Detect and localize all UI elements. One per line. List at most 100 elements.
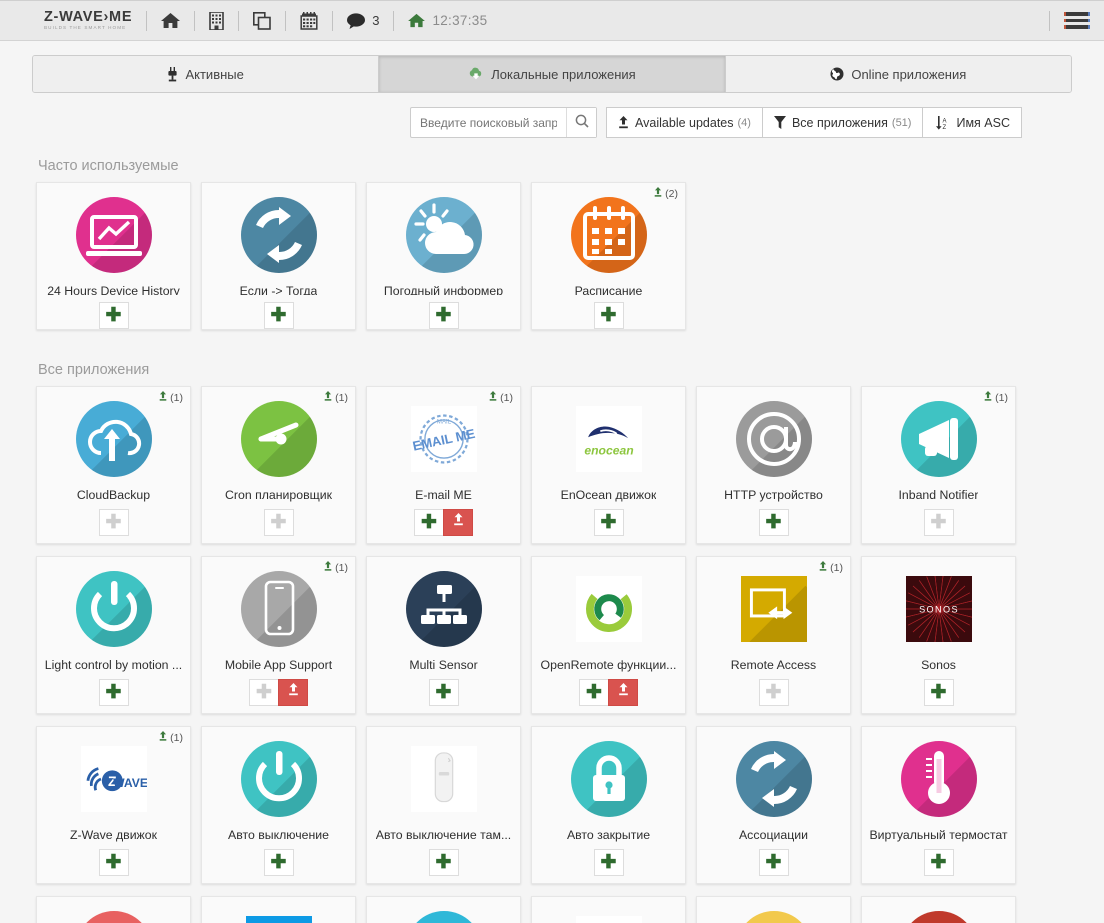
plus-icon: ✚ [600, 305, 617, 326]
app-card[interactable]: Авто выключение там... ✚ [366, 726, 521, 884]
hamburger-menu-icon[interactable] [1064, 7, 1090, 34]
app-label: CloudBackup [76, 488, 151, 502]
app-card[interactable]: Авто закрытие ✚ [531, 726, 686, 884]
app-card[interactable] [201, 896, 356, 923]
app-label: Ассоциации [738, 828, 808, 842]
app-card[interactable]: Если -> Тогда ✚ [201, 182, 356, 330]
top-header-bar: Z-WAVE›ME BUILDS THE SMART HOME 3 12:37:… [0, 0, 1104, 41]
app-card[interactable]: Виртуальный термостат ✚ [861, 726, 1016, 884]
search-input[interactable] [411, 108, 567, 137]
home-green-icon [408, 13, 426, 28]
updates-label: Available updates [635, 115, 734, 130]
app-card[interactable]: SONOS Sonos ✚ [861, 556, 1016, 714]
add-app-button[interactable]: ✚ [579, 679, 609, 706]
app-card[interactable]: (1) CloudBackup ✚ [36, 386, 191, 544]
add-app-button[interactable]: ✚ [428, 679, 459, 706]
add-app-button: ✚ [249, 679, 279, 706]
add-app-button[interactable]: ✚ [98, 302, 129, 329]
message-bubble-icon[interactable] [347, 12, 366, 29]
app-card[interactable]: HTTP устройство ✚ [696, 386, 851, 544]
building-icon[interactable] [209, 11, 225, 30]
add-app-button[interactable]: ✚ [263, 849, 294, 876]
app-card[interactable]: (2) Расписание ✚ [531, 182, 686, 330]
add-app-button[interactable]: ✚ [593, 509, 624, 536]
app-card[interactable] [531, 896, 686, 923]
search-button[interactable] [566, 108, 597, 137]
add-app-button[interactable]: ✚ [98, 849, 129, 876]
app-icon-wrapper [735, 401, 812, 477]
frequent-section-title: Часто используемые [38, 158, 179, 174]
app-card[interactable] [366, 896, 521, 923]
add-app-button[interactable]: ✚ [593, 302, 624, 329]
app-card[interactable]: Авто выключение ✚ [201, 726, 356, 884]
smartphone-icon [240, 571, 317, 647]
app-icon-wrapper: SONOS [901, 571, 977, 647]
app-label: 24 Hours Device History [47, 284, 180, 295]
openremote-ring-icon [575, 576, 642, 642]
upload-arrow-icon [453, 513, 464, 532]
app-card[interactable]: 24 Hours Device History ✚ [36, 182, 191, 330]
app-logo[interactable]: Z-WAVE›ME BUILDS THE SMART HOME [44, 10, 132, 31]
app-card[interactable]: (1) Mobile App Support ✚ [201, 556, 356, 714]
upload-arrow-icon [158, 391, 168, 405]
add-app-button[interactable]: ✚ [923, 849, 954, 876]
add-app-button[interactable]: ✚ [758, 509, 789, 536]
app-card[interactable]: Light control by motion ... ✚ [36, 556, 191, 714]
app-card[interactable]: Multi Sensor ✚ [366, 556, 521, 714]
copy-icon[interactable] [253, 11, 272, 30]
available-updates-button[interactable]: Available updates (4) [606, 107, 763, 138]
apps-toolbar: Available updates (4) Все приложения (51… [0, 107, 1072, 138]
network-tree-icon [405, 571, 482, 647]
app-actions: ✚ [428, 302, 459, 329]
app-card[interactable]: (1) Remote Access ✚ [696, 556, 851, 714]
app-card[interactable]: (1) EMAIL ME MAIL E-mail ME ✚ [366, 386, 521, 544]
update-badge: (1) [323, 561, 348, 575]
tab-online-apps[interactable]: Online приложения [725, 56, 1071, 92]
add-app-button[interactable]: ✚ [428, 302, 459, 329]
plus-icon: ✚ [270, 852, 287, 873]
calendar-icon[interactable] [300, 11, 318, 30]
plug-icon [167, 66, 178, 82]
update-app-button[interactable] [443, 509, 473, 536]
sync-arrows-icon [735, 741, 812, 817]
add-app-button[interactable]: ✚ [98, 679, 129, 706]
app-label: Виртуальный термостат [869, 828, 1008, 842]
tab-label: Online приложения [851, 66, 967, 82]
at-sign-icon [735, 401, 812, 477]
add-app-button[interactable]: ✚ [593, 849, 624, 876]
app-card[interactable] [36, 896, 191, 923]
add-app-button[interactable]: ✚ [428, 849, 459, 876]
app-card[interactable]: OpenRemote функции... ✚ [531, 556, 686, 714]
app-label: Z-Wave движок [69, 828, 158, 842]
add-app-button[interactable]: ✚ [414, 509, 444, 536]
update-app-button[interactable] [608, 679, 638, 706]
add-app-button[interactable]: ✚ [923, 679, 954, 706]
sort-name-asc-button[interactable]: AZ Имя ASC [923, 107, 1022, 138]
add-app-button[interactable]: ✚ [263, 302, 294, 329]
update-app-button[interactable] [278, 679, 308, 706]
app-label: Авто закрытие [566, 828, 651, 842]
upload-arrow-icon [653, 187, 663, 201]
app-card[interactable]: Погодный информер ✚ [366, 182, 521, 330]
app-card[interactable]: enocean EnOcean движок ✚ [531, 386, 686, 544]
app-card[interactable]: Ассоциации ✚ [696, 726, 851, 884]
app-card[interactable] [861, 896, 1016, 923]
app-icon-wrapper [75, 911, 152, 923]
app-card[interactable]: (1) Inband Notifier ✚ [861, 386, 1016, 544]
add-app-button[interactable]: ✚ [758, 849, 789, 876]
cloud-server-icon [405, 911, 482, 923]
app-card[interactable]: 0-100 [696, 896, 851, 923]
app-actions: ✚ [263, 302, 294, 329]
app-actions: ✚ [923, 679, 954, 706]
app-icon-wrapper [570, 741, 647, 817]
apps-scroll-area[interactable]: Часто используемые 24 Hours Device Histo… [0, 138, 1104, 923]
tab-active-apps[interactable]: Активные [33, 56, 380, 92]
app-label: EnOcean движок [560, 488, 657, 502]
app-card[interactable]: (1) Cron планировщик ✚ [201, 386, 356, 544]
app-card[interactable]: (1) Z WAVE Z-Wave движок ✚ [36, 726, 191, 884]
all-apps-filter-button[interactable]: Все приложения (51) [762, 107, 924, 138]
app-icon-wrapper [75, 571, 152, 647]
tab-local-apps[interactable]: Локальные приложения [379, 56, 726, 92]
home-icon[interactable] [161, 12, 181, 29]
app-label: Remote Access [730, 658, 817, 672]
